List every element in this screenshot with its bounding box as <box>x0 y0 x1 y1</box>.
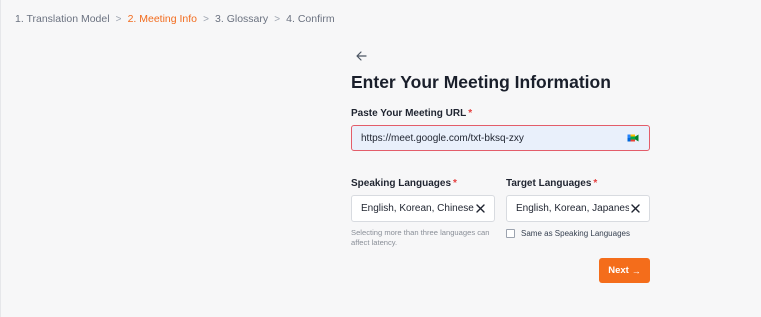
meeting-url-label-text: Paste Your Meeting URL <box>351 108 467 119</box>
latency-hint: Selecting more than three languages can … <box>351 228 490 247</box>
chevron-right-icon: > <box>115 13 122 25</box>
breadcrumb: 1. Translation Model > 2. Meeting Info >… <box>15 12 335 26</box>
page: 1. Translation Model > 2. Meeting Info >… <box>0 0 761 317</box>
meeting-url-label: Paste Your Meeting URL * <box>351 108 472 119</box>
required-mark: * <box>593 178 598 189</box>
meeting-url-value[interactable]: https://meet.google.com/txt-bksq-zxy <box>361 133 627 144</box>
clear-speaking-languages-button[interactable] <box>474 203 486 215</box>
breadcrumb-step-glossary[interactable]: 3. Glossary <box>215 13 268 25</box>
google-meet-icon <box>627 134 639 142</box>
target-languages-label: Target Languages * <box>506 178 597 189</box>
breadcrumb-step-translation-model[interactable]: 1. Translation Model <box>15 13 110 25</box>
required-mark: * <box>468 108 473 119</box>
breadcrumb-step-confirm[interactable]: 4. Confirm <box>286 13 334 25</box>
same-as-speaking-checkbox[interactable] <box>506 229 515 238</box>
next-button[interactable]: Next → <box>599 258 650 283</box>
breadcrumb-step-meeting-info[interactable]: 2. Meeting Info <box>128 13 197 25</box>
meeting-url-input[interactable]: https://meet.google.com/txt-bksq-zxy <box>351 125 650 151</box>
chevron-right-icon: > <box>274 13 281 25</box>
target-languages-label-text: Target Languages <box>506 178 592 189</box>
same-as-speaking-label[interactable]: Same as Speaking Languages <box>521 229 630 238</box>
speaking-languages-label: Speaking Languages * <box>351 178 457 189</box>
clear-target-languages-button[interactable] <box>629 203 641 215</box>
close-icon <box>630 204 640 213</box>
speaking-languages-label-text: Speaking Languages <box>351 178 452 189</box>
arrow-right-icon: → <box>631 265 641 276</box>
close-icon <box>475 204 485 213</box>
chevron-right-icon: > <box>203 13 209 25</box>
target-languages-select[interactable]: English, Korean, Japanese <box>506 195 650 222</box>
speaking-languages-value: English, Korean, Chinese <box>361 203 474 214</box>
speaking-languages-select[interactable]: English, Korean, Chinese <box>351 195 495 222</box>
next-button-label: Next <box>608 265 629 276</box>
arrow-left-icon <box>355 51 367 61</box>
required-mark: * <box>453 178 457 189</box>
same-as-speaking-option[interactable]: Same as Speaking Languages <box>506 229 630 238</box>
page-title: Enter Your Meeting Information <box>351 72 611 92</box>
target-languages-value: English, Korean, Japanese <box>516 203 629 214</box>
back-button[interactable] <box>353 48 369 64</box>
